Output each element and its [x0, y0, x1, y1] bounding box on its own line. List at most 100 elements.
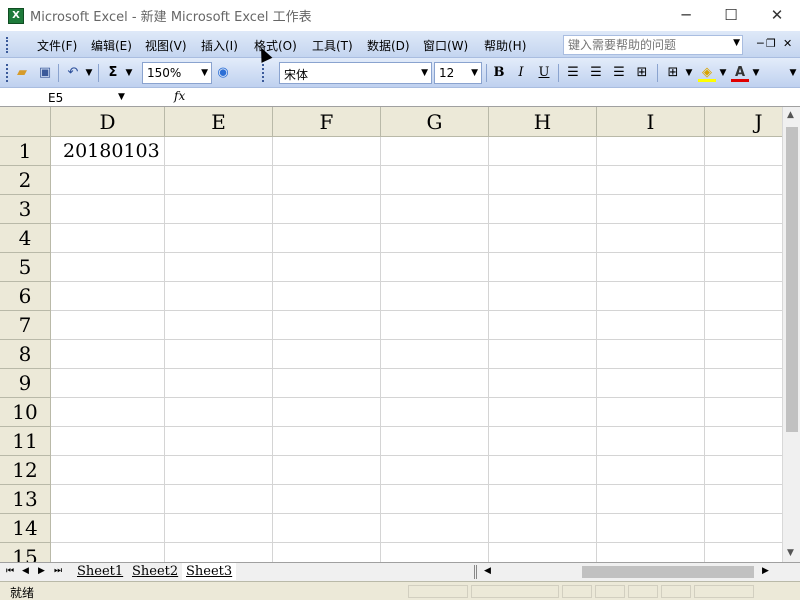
cell-f1[interactable]	[273, 137, 381, 166]
cell-g5[interactable]	[381, 253, 489, 282]
menu-grip-icon[interactable]	[6, 37, 10, 53]
cell-j1[interactable]	[705, 137, 782, 166]
horizontal-scroll-thumb[interactable]	[582, 566, 754, 578]
cell-d2[interactable]	[51, 166, 165, 195]
align-left-icon[interactable]: ☰	[564, 64, 582, 82]
close-button[interactable]: ✕	[754, 0, 800, 31]
row-header-2[interactable]: 2	[0, 166, 51, 195]
cell-j3[interactable]	[705, 195, 782, 224]
cell-d6[interactable]	[51, 282, 165, 311]
scroll-down-icon[interactable]: ▼	[787, 548, 794, 558]
cell-d3[interactable]	[51, 195, 165, 224]
row-header-13[interactable]: 13	[0, 485, 51, 514]
cell-i9[interactable]	[597, 369, 705, 398]
row-header-6[interactable]: 6	[0, 282, 51, 311]
cell-e11[interactable]	[165, 427, 273, 456]
column-header-f[interactable]: F	[273, 107, 381, 137]
cell-e7[interactable]	[165, 311, 273, 340]
cell-i6[interactable]	[597, 282, 705, 311]
scroll-right-icon[interactable]: ▶	[762, 566, 769, 576]
cell-g11[interactable]	[381, 427, 489, 456]
spreadsheet-grid[interactable]: D E F G H I J 1 20180103 2 3 4 5 6 7 8 9 10 11 12 13 14 15	[0, 107, 782, 562]
cell-h15[interactable]	[489, 543, 597, 562]
undo-dropdown-icon[interactable]: ▼	[84, 64, 94, 82]
toolbar-grip-icon[interactable]	[262, 64, 266, 82]
column-header-i[interactable]: I	[597, 107, 705, 137]
merge-center-icon[interactable]: ⊞	[633, 64, 651, 82]
cell-i5[interactable]	[597, 253, 705, 282]
cell-e12[interactable]	[165, 456, 273, 485]
row-header-5[interactable]: 5	[0, 253, 51, 282]
cell-e13[interactable]	[165, 485, 273, 514]
cell-h9[interactable]	[489, 369, 597, 398]
row-header-14[interactable]: 14	[0, 514, 51, 543]
cell-f7[interactable]	[273, 311, 381, 340]
toolbar-grip-icon[interactable]	[6, 64, 10, 82]
column-header-j[interactable]: J	[705, 107, 782, 137]
sheet-tab-sheet2[interactable]: Sheet2	[128, 563, 182, 580]
cell-j9[interactable]	[705, 369, 782, 398]
insert-function-icon[interactable]: fx	[174, 89, 185, 103]
sheet-tab-sheet1[interactable]: Sheet1	[73, 563, 127, 580]
scroll-left-icon[interactable]: ◀	[484, 566, 491, 576]
cell-d8[interactable]	[51, 340, 165, 369]
cell-d13[interactable]	[51, 485, 165, 514]
help-search-box[interactable]: ▼	[563, 35, 743, 55]
cell-f13[interactable]	[273, 485, 381, 514]
cell-i3[interactable]	[597, 195, 705, 224]
cell-g2[interactable]	[381, 166, 489, 195]
row-header-12[interactable]: 12	[0, 456, 51, 485]
cell-i10[interactable]	[597, 398, 705, 427]
menu-data[interactable]: 数据(D)	[367, 37, 410, 54]
cell-h4[interactable]	[489, 224, 597, 253]
cell-j13[interactable]	[705, 485, 782, 514]
cell-g13[interactable]	[381, 485, 489, 514]
autosum-dropdown-icon[interactable]: ▼	[124, 64, 134, 82]
cell-f5[interactable]	[273, 253, 381, 282]
cell-e10[interactable]	[165, 398, 273, 427]
cell-g1[interactable]	[381, 137, 489, 166]
cell-f4[interactable]	[273, 224, 381, 253]
font-color-icon[interactable]: A	[731, 64, 749, 82]
cell-e4[interactable]	[165, 224, 273, 253]
next-sheet-icon[interactable]: ▶	[38, 566, 45, 576]
zoom-select[interactable]: 150% ▼	[142, 62, 212, 84]
row-header-15[interactable]: 15	[0, 543, 51, 562]
cell-h11[interactable]	[489, 427, 597, 456]
menu-tools[interactable]: 工具(T)	[312, 37, 353, 54]
underline-button[interactable]: U	[535, 64, 553, 82]
scroll-up-icon[interactable]: ▲	[787, 110, 794, 120]
cell-g9[interactable]	[381, 369, 489, 398]
cell-g7[interactable]	[381, 311, 489, 340]
doc-restore-icon[interactable]: ❐	[766, 37, 776, 50]
save-icon[interactable]: ▣	[36, 64, 54, 82]
align-right-icon[interactable]: ☰	[610, 64, 628, 82]
cell-e2[interactable]	[165, 166, 273, 195]
row-header-4[interactable]: 4	[0, 224, 51, 253]
cell-j4[interactable]	[705, 224, 782, 253]
cell-i8[interactable]	[597, 340, 705, 369]
cell-e6[interactable]	[165, 282, 273, 311]
row-header-9[interactable]: 9	[0, 369, 51, 398]
cell-f11[interactable]	[273, 427, 381, 456]
row-header-11[interactable]: 11	[0, 427, 51, 456]
borders-icon[interactable]: ⊞	[664, 64, 682, 82]
row-header-1[interactable]: 1	[0, 137, 51, 166]
row-header-7[interactable]: 7	[0, 311, 51, 340]
column-header-e[interactable]: E	[165, 107, 273, 137]
fill-color-dropdown-icon[interactable]: ▼	[718, 64, 728, 82]
cell-e5[interactable]	[165, 253, 273, 282]
cell-h1[interactable]	[489, 137, 597, 166]
cell-g3[interactable]	[381, 195, 489, 224]
cell-f8[interactable]	[273, 340, 381, 369]
cell-h13[interactable]	[489, 485, 597, 514]
cell-h6[interactable]	[489, 282, 597, 311]
column-header-h[interactable]: H	[489, 107, 597, 137]
cell-e1[interactable]	[165, 137, 273, 166]
toolbar-options-icon[interactable]: ▼	[788, 64, 798, 82]
cell-d7[interactable]	[51, 311, 165, 340]
menu-file[interactable]: 文件(F)	[37, 37, 77, 54]
cell-f9[interactable]	[273, 369, 381, 398]
cell-h7[interactable]	[489, 311, 597, 340]
autosum-button[interactable]: Σ	[104, 64, 122, 82]
